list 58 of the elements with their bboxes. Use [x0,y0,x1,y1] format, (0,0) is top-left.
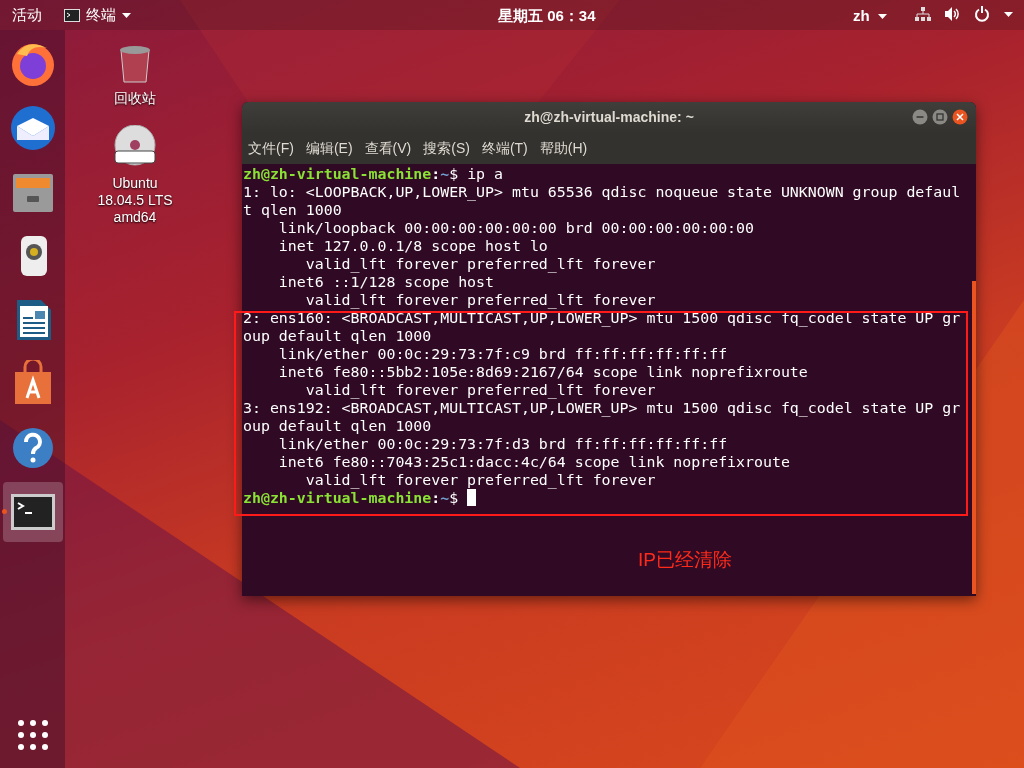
scrollbar[interactable] [972,281,976,594]
menu-item[interactable]: 编辑(E) [305,138,353,159]
close-icon [952,109,968,125]
caret-icon [122,12,131,18]
minimize-icon [912,109,928,125]
menu-item[interactable]: 搜索(S) [423,138,470,159]
command-text: $ ip a [449,165,503,183]
dvd-icon [113,125,157,169]
output-line: 3: ens192: <BROADCAST,MULTICAST,UP,LOWER_UP> mtu 1500 qdisc fq_codel state UP gr [243,399,962,417]
output-line: t qlen 1000 [243,201,343,219]
output-line: oup default qlen 1000 [243,327,433,345]
output-line: valid_lft forever preferred_lft forever [304,381,657,399]
menu-item[interactable]: 终端(T) [481,138,528,159]
activities-button[interactable]: 活动 [12,3,42,27]
text-cursor [467,489,477,506]
volume-icon [945,6,960,22]
caret-icon [1004,11,1013,17]
output-line: inet 127.0.0.1/8 scope host lo [277,237,549,255]
output-line: inet6 ::1/128 scope host [277,273,496,291]
output-line: inet6 fe80::7043:25c1:dacc:4c/64 scope link noprefixroute [277,453,791,471]
terminal-icon [64,8,80,22]
output-line: link/ether 00:0c:29:73:7f:c9 brd ff:ff:ff:ff:ff:ff [277,345,729,363]
output-line: link/ether 00:0c:29:73:7f:d3 brd ff:ff:ff:ff:ff:ff [277,435,729,453]
icon-label[interactable]: 18.04.5 LTS [97,192,173,209]
prompt-separator: : [431,489,441,507]
output-line: valid_lft forever preferred_lft forever [304,291,657,309]
icon-label[interactable]: amd64 [113,209,157,226]
running-indicator [1,509,7,514]
output-line: 1: lo: <LOOPBACK,UP,LOWER_UP> mtu 65536 qdisc noqueue state UNKNOWN group defaul [243,183,962,201]
output-line: link/loopback 00:00:00:00:00:00 brd 00:00:00:00:00:00 [277,219,755,237]
icon-label[interactable]: 回收站 [114,90,156,107]
output-line: valid_lft forever preferred_lft forever [304,255,657,273]
input-method-menu[interactable]: zh [853,5,887,28]
prompt-separator: : [431,165,441,183]
prompt-user-host: zh@zh-virtual-machine [243,489,432,507]
network-icon [915,7,931,21]
prompt-user-host: zh@zh-virtual-machine [243,165,432,183]
output-line: oup default qlen 1000 [243,417,433,435]
output-line: 2: ens160: <BROADCAST,MULTICAST,UP,LOWER_UP> mtu 1500 qdisc fq_codel state UP gr [243,309,962,327]
menu-item[interactable]: 文件(F) [248,138,294,159]
menu-item[interactable]: 帮助(H) [539,138,588,159]
output-line: valid_lft forever preferred_lft forever [304,471,657,489]
window-title: zh@zh-virtual-machine: ~ [524,108,694,127]
prompt-path: ~ [440,165,450,183]
app-grid-icon [18,720,48,750]
icon-label[interactable]: Ubuntu [112,175,158,192]
app-menu[interactable]: 终端 [64,3,131,27]
command-text: $ [449,489,460,507]
prompt-path: ~ [440,489,450,507]
annotation-text: IP已经清除 [638,548,732,572]
clock-text[interactable]: 星期五 06：34 [498,5,596,28]
caret-icon [877,13,887,19]
maximize-icon [932,109,948,125]
output-line: inet6 fe80::5bb2:105e:8d69:2167/64 scope link noprefixroute [277,363,809,381]
power-icon [974,6,990,22]
mail-icon [8,104,57,152]
menu-item[interactable]: 查看(V) [364,138,412,159]
dock-item[interactable] [2,482,63,542]
